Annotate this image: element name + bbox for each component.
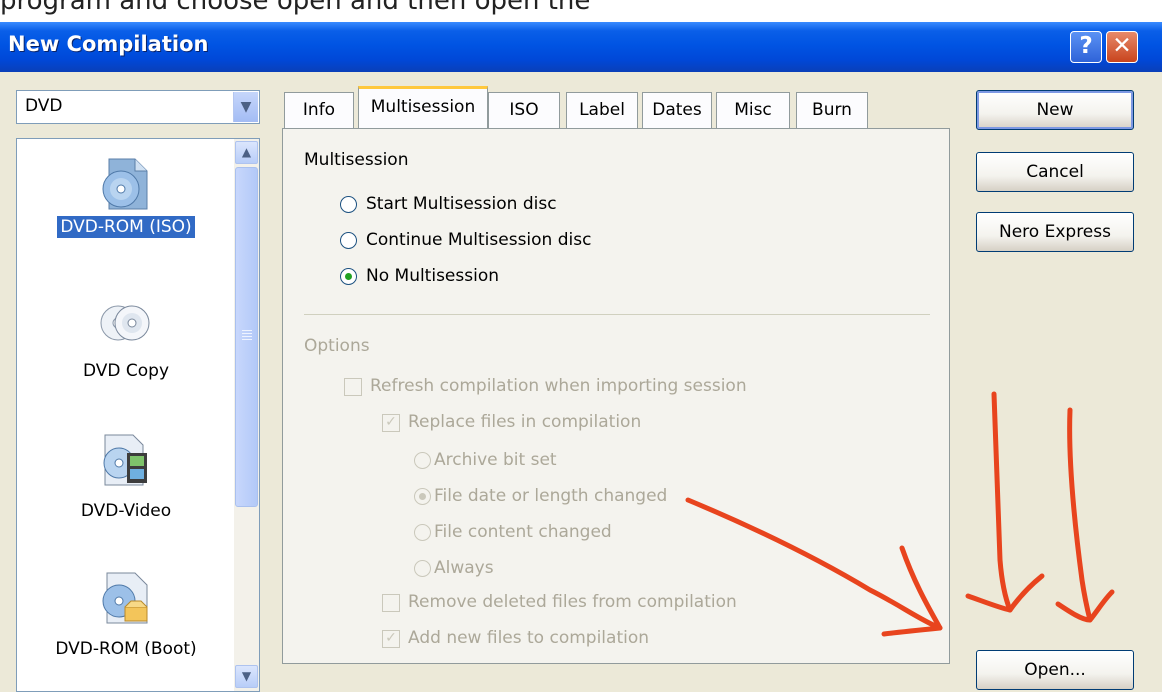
radio-archive-bit[interactable]	[414, 452, 431, 469]
dvd-rom-iso-icon	[102, 158, 148, 210]
close-button[interactable]: ✕	[1106, 31, 1138, 63]
checkbox-replace-files[interactable]: ✓	[382, 414, 400, 432]
list-item-label: DVD-ROM (Boot)	[55, 639, 197, 659]
list-scrollbar[interactable]: ▲ ▼	[234, 139, 259, 691]
radio-content-changed[interactable]	[414, 524, 431, 541]
list-item-label: DVD-ROM (ISO)	[17, 215, 235, 239]
arrowhead	[1055, 589, 1115, 623]
tab-dates[interactable]: Dates	[642, 92, 712, 128]
list-item-dvd-video[interactable]: DVD-Video	[17, 415, 235, 553]
divider	[304, 314, 930, 315]
window-title: New Compilation	[8, 32, 209, 56]
tab-iso[interactable]: ISO	[488, 92, 560, 128]
nero-express-button[interactable]: Nero Express	[976, 212, 1134, 252]
checkbox-label: Refresh compilation when importing sessi…	[370, 376, 747, 396]
background-text: program and choose open and then open th…	[0, 0, 591, 16]
multisession-heading: Multisession	[304, 150, 409, 170]
list-item-dvd-rom-boot[interactable]: DVD-ROM (Boot)	[17, 553, 235, 691]
help-button[interactable]: ?	[1070, 31, 1102, 63]
checkbox-refresh-compilation[interactable]	[344, 378, 362, 396]
list-item-dvd-copy[interactable]: DVD Copy	[17, 279, 235, 415]
checkbox-remove-deleted[interactable]	[382, 594, 400, 612]
radio-label: Always	[434, 558, 494, 578]
radio-label: File content changed	[434, 522, 612, 542]
dvd-rom-boot-icon	[102, 572, 148, 624]
radio-label: File date or length changed	[434, 486, 668, 506]
radio-continue-multisession[interactable]	[340, 232, 357, 249]
background-text-strip: program and choose open and then open th…	[0, 0, 1162, 22]
compilation-type-list[interactable]: DVD-ROM (ISO) DVD Copy DVD-Video DVD-ROM…	[16, 138, 260, 692]
arrow-down-right	[1067, 407, 1093, 623]
disc-type-select[interactable]: DVD ▼	[16, 90, 260, 124]
radio-label: Start Multisession disc	[366, 194, 557, 214]
radio-start-multisession[interactable]	[340, 196, 357, 213]
radio-label: No Multisession	[366, 266, 500, 286]
chevron-down-icon[interactable]: ▼	[233, 92, 258, 122]
list-item-dvd-rom-iso[interactable]: DVD-ROM (ISO)	[17, 139, 235, 279]
radio-always[interactable]	[414, 560, 431, 577]
radio-no-multisession[interactable]	[340, 268, 357, 285]
tab-label[interactable]: Label	[566, 92, 638, 128]
arrow-down-left	[991, 391, 1013, 613]
scroll-up-icon[interactable]: ▲	[235, 141, 258, 164]
list-item-label: DVD-Video	[80, 501, 172, 521]
tab-info[interactable]: Info	[284, 92, 354, 128]
scroll-down-icon[interactable]: ▼	[235, 665, 258, 688]
cancel-button[interactable]: Cancel	[976, 152, 1134, 192]
scrollbar-thumb[interactable]	[235, 167, 258, 507]
dvd-video-icon	[103, 434, 147, 486]
checkbox-label: Replace files in compilation	[408, 412, 642, 432]
dvd-copy-icon	[100, 305, 150, 341]
new-button[interactable]: New	[976, 90, 1134, 130]
open-button[interactable]: Open...	[976, 650, 1134, 690]
tab-misc[interactable]: Misc	[716, 92, 790, 128]
list-item-label: DVD Copy	[82, 361, 170, 381]
tab-burn[interactable]: Burn	[796, 92, 868, 128]
radio-label: Continue Multisession disc	[366, 230, 592, 250]
options-heading: Options	[304, 336, 370, 356]
checkbox-label: Add new files to compilation	[408, 628, 650, 648]
radio-date-or-length[interactable]	[414, 488, 431, 505]
checkbox-add-new-files[interactable]: ✓	[382, 630, 400, 648]
checkbox-label: Remove deleted files from compilation	[408, 592, 737, 612]
tab-multisession[interactable]: Multisession	[358, 86, 488, 128]
radio-label: Archive bit set	[434, 450, 557, 470]
arrowhead	[965, 573, 1045, 613]
disc-type-value: DVD	[25, 96, 63, 116]
title-bar[interactable]: New Compilation ? ✕	[0, 22, 1162, 72]
